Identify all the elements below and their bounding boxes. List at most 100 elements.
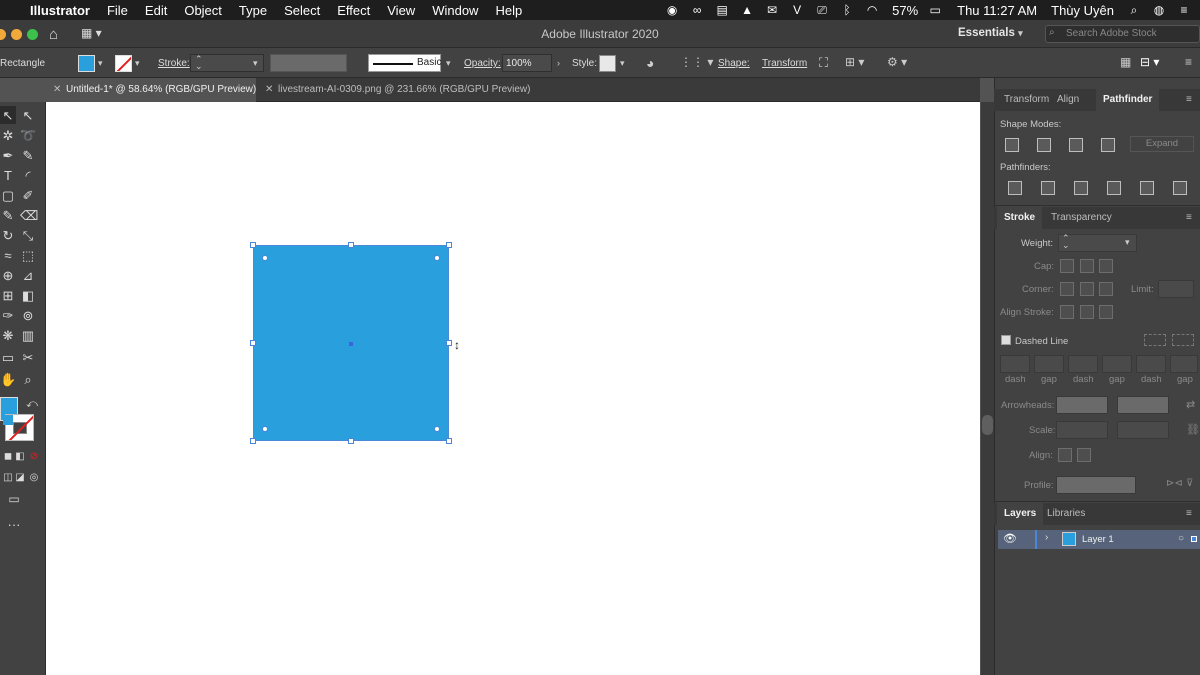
minus-back-icon[interactable]	[1173, 181, 1187, 195]
blend-tool-icon[interactable]: ⊚	[20, 308, 36, 324]
bluetooth-icon[interactable]: ᛒ	[839, 3, 855, 17]
exclude-icon[interactable]	[1101, 138, 1115, 152]
spotlight-search-icon[interactable]: ⌕	[1126, 3, 1142, 17]
direct-selection-tool-icon[interactable]: ↖	[20, 108, 36, 124]
opacity-arrow-icon[interactable]: ›	[557, 58, 560, 68]
free-transform-tool-icon[interactable]: ⬚	[20, 248, 36, 264]
mesh-tool-icon[interactable]: ⊞	[0, 288, 16, 304]
shaper-tool-icon[interactable]: ✎	[0, 208, 16, 224]
more-options-icon[interactable]: ⚙ ▾	[887, 55, 907, 69]
paintbrush-tool-icon[interactable]: ✐	[20, 188, 36, 204]
rectangle-tool-icon[interactable]: ▢	[0, 188, 16, 204]
pen-tool-icon[interactable]: ✒	[0, 148, 16, 164]
intersect-icon[interactable]	[1069, 138, 1083, 152]
menu-file[interactable]: File	[107, 3, 128, 18]
slice-tool-icon[interactable]: ✂	[20, 350, 36, 366]
flip-along-icon[interactable]: ⊳⊲	[1166, 478, 1183, 489]
divide-icon[interactable]	[1008, 181, 1022, 195]
menu-window[interactable]: Window	[432, 3, 478, 18]
live-corner-widget-tr[interactable]	[434, 255, 440, 261]
miter-join-icon[interactable]	[1060, 282, 1074, 296]
panel-toggle-icon[interactable]: ⊟ ▾	[1140, 55, 1159, 69]
visibility-eye-icon[interactable]: 👁	[1003, 532, 1017, 545]
isolate-object-icon[interactable]: ⛶	[819, 55, 828, 71]
lasso-tool-icon[interactable]: ➰	[20, 128, 36, 144]
stroke-panel-menu-icon[interactable]: ≡	[1186, 207, 1192, 229]
eyedropper-tool-icon[interactable]: ✑	[0, 308, 16, 324]
hand-tool-icon[interactable]: ✋	[0, 372, 16, 388]
target-circle-icon[interactable]: ○	[1178, 533, 1184, 544]
tab-transparency[interactable]: Transparency	[1044, 207, 1119, 229]
gap-field-3[interactable]	[1170, 355, 1198, 373]
bounding-handle-top-left[interactable]	[250, 242, 256, 248]
shape-builder-tool-icon[interactable]: ⊕	[0, 268, 16, 284]
unite-icon[interactable]	[1005, 138, 1019, 152]
stroke-chevron-down-icon[interactable]: ▾	[135, 58, 140, 69]
gap-field-1[interactable]	[1034, 355, 1064, 373]
bounding-handle-bottom-left[interactable]	[250, 438, 256, 444]
arrange-panels-icon[interactable]: ▦	[1120, 55, 1131, 69]
layer-row[interactable]: 👁 › Layer 1 ○	[998, 530, 1200, 549]
profile-select[interactable]	[1056, 476, 1136, 494]
preserve-dash-icon[interactable]	[1144, 334, 1166, 346]
workspace-switcher[interactable]: Essentials ▾	[958, 27, 1023, 39]
align-center-stroke-icon[interactable]	[1060, 305, 1074, 319]
expand-button[interactable]: Expand	[1130, 136, 1194, 152]
stroke-color-swatch[interactable]	[115, 55, 132, 72]
round-cap-icon[interactable]	[1080, 259, 1094, 273]
weight-stepper-icon[interactable]: ⌃ ⌄	[1062, 234, 1070, 250]
dash-field-3[interactable]	[1136, 355, 1166, 373]
stroke-label[interactable]: Stroke:	[158, 58, 190, 69]
bevel-join-icon[interactable]	[1099, 282, 1113, 296]
dash-field-2[interactable]	[1068, 355, 1098, 373]
extend-arrow-tip-icon[interactable]	[1058, 448, 1072, 462]
shape-label[interactable]: Shape:	[718, 58, 750, 69]
adobe-icon[interactable]: ▲	[739, 3, 755, 17]
type-tool-icon[interactable]: T	[0, 168, 16, 184]
layers-panel-menu-icon[interactable]: ≡	[1186, 503, 1192, 525]
fill-color-swatch[interactable]	[78, 55, 95, 72]
stepper-icon[interactable]: ⌃ ⌄	[195, 55, 203, 71]
tab-stroke[interactable]: Stroke	[997, 207, 1043, 229]
selection-indicator[interactable]	[1191, 536, 1197, 542]
menubar-user[interactable]: Thùy Uyên	[1051, 3, 1114, 18]
fill-chevron-down-icon[interactable]: ▾	[98, 58, 103, 69]
opacity-field[interactable]: 100%	[502, 54, 552, 72]
stroke-weight-chevron-down-icon[interactable]: ▾	[253, 58, 258, 69]
vimeo-icon[interactable]: V	[789, 3, 805, 17]
bounding-handle-bottom-right[interactable]	[446, 438, 452, 444]
brush-chevron-down-icon[interactable]: ▾	[446, 58, 451, 69]
align-outside-stroke-icon[interactable]	[1099, 305, 1113, 319]
magic-wand-tool-icon[interactable]: ✲	[0, 128, 16, 144]
curvature-tool-icon[interactable]: ✎	[20, 148, 36, 164]
panel-menu-icon[interactable]: ≡	[1186, 89, 1192, 111]
tab-align[interactable]: Align	[1050, 89, 1086, 111]
selection-tool-icon[interactable]: ↖	[0, 108, 16, 124]
tab-libraries[interactable]: Libraries	[1040, 503, 1092, 525]
dash-field-1[interactable]	[1000, 355, 1030, 373]
live-corner-widget-bl[interactable]	[262, 426, 268, 432]
menu-type[interactable]: Type	[239, 3, 267, 18]
menu-app-illustrator[interactable]: Illustrator	[30, 3, 90, 18]
expand-layer-icon[interactable]: ›	[1045, 532, 1048, 543]
tab-untitled-1[interactable]: ✕ Untitled-1* @ 58.64% (RGB/GPU Preview)	[46, 78, 256, 102]
tab-livestream-png[interactable]: ✕ livestream-AI-0309.png @ 231.66% (RGB/…	[258, 78, 530, 102]
weight-chevron-down-icon[interactable]: ▾	[1125, 237, 1130, 248]
rotate-tool-icon[interactable]: ↻	[0, 228, 16, 244]
menu-view[interactable]: View	[387, 3, 415, 18]
layer-name[interactable]: Layer 1	[1082, 534, 1114, 545]
start-scale-field[interactable]	[1056, 421, 1108, 439]
tab-transform[interactable]: Transform	[997, 89, 1056, 111]
gap-field-2[interactable]	[1102, 355, 1132, 373]
battery-icon[interactable]: ▭	[927, 3, 943, 17]
artboard-tool-icon[interactable]: ▭	[0, 350, 16, 366]
record-icon[interactable]: ◉	[664, 3, 680, 17]
screen-mode-icon[interactable]: ▭	[6, 491, 22, 507]
flip-across-icon[interactable]: ⊽	[1186, 478, 1193, 489]
projecting-cap-icon[interactable]	[1099, 259, 1113, 273]
live-corner-widget-tl[interactable]	[262, 255, 268, 261]
arc-tool-icon[interactable]: ◜	[20, 168, 36, 184]
minus-front-icon[interactable]	[1037, 138, 1051, 152]
scale-tool-icon[interactable]: ⤡	[20, 228, 36, 244]
menu-effect[interactable]: Effect	[337, 3, 370, 18]
